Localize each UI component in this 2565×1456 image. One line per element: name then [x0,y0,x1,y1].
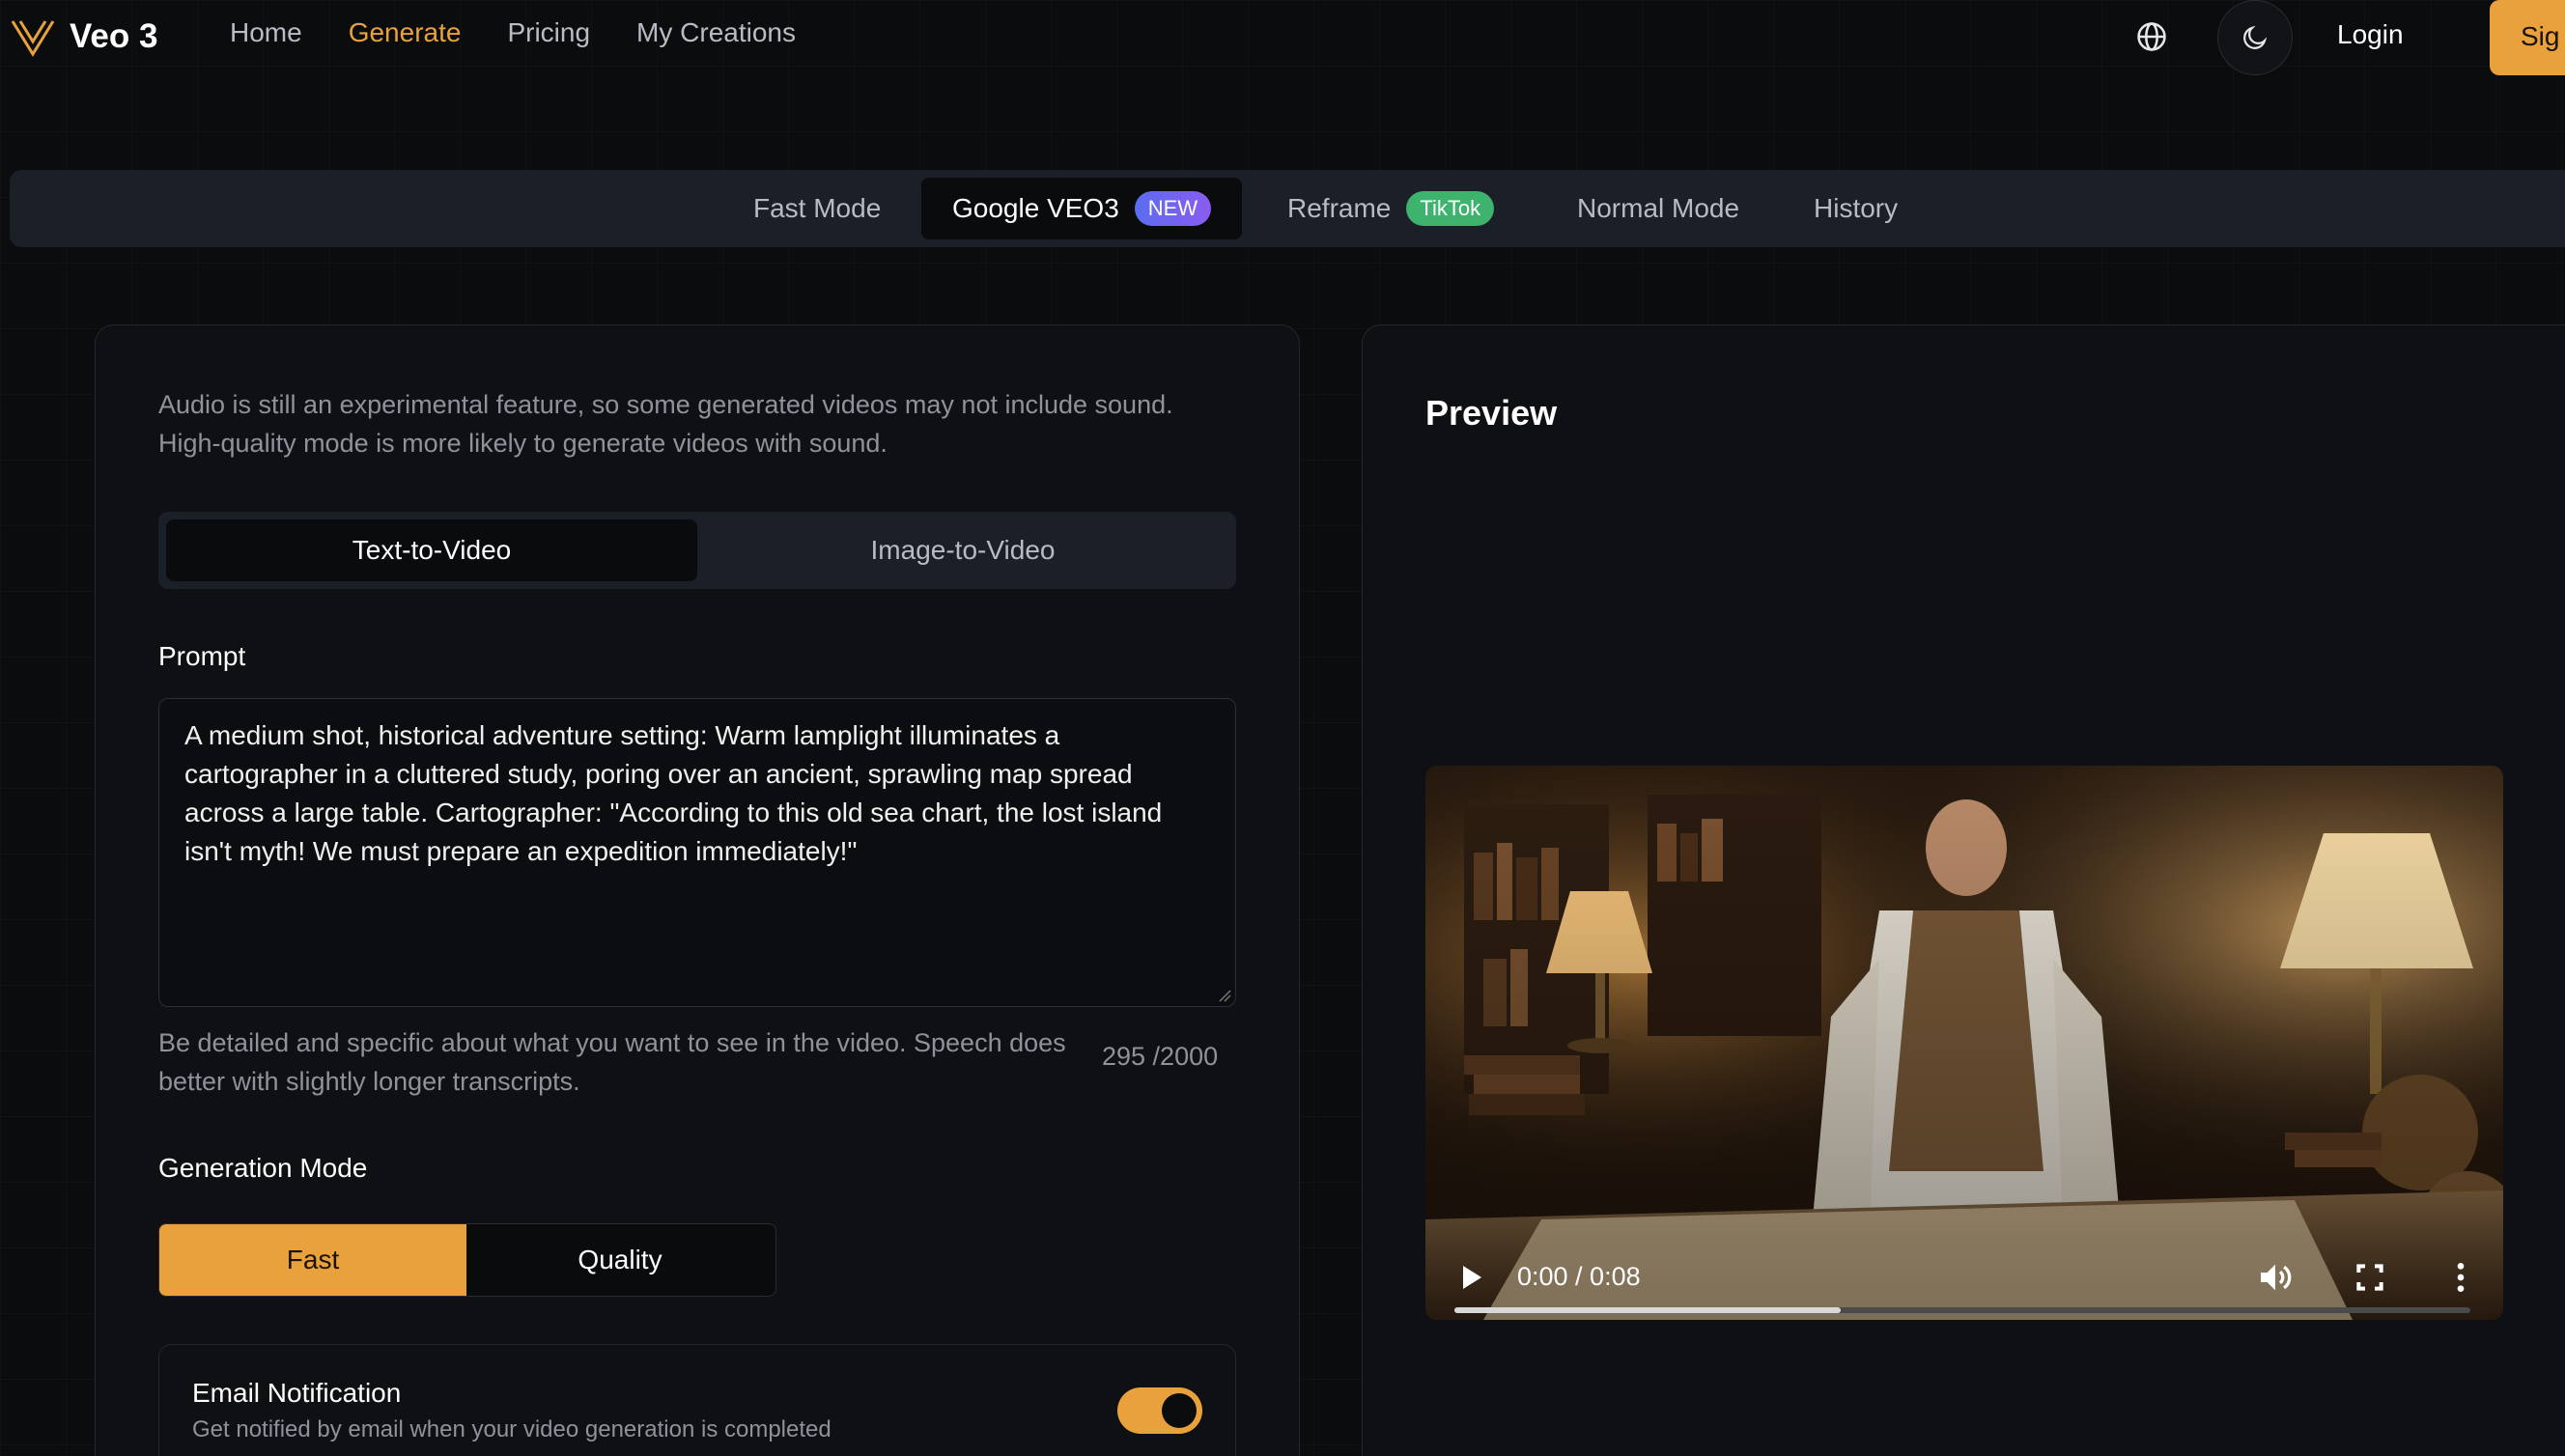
video-thumbnail [1425,766,2503,1320]
char-count: 295 /2000 [1102,1042,1219,1071]
video-controls: 0:00 / 0:08 [1425,1245,2503,1320]
tab-google-veo3[interactable]: Google VEO3 NEW [921,178,1243,239]
nav-generate[interactable]: Generate [349,17,462,48]
tab-fast-mode[interactable]: Fast Mode [753,178,881,239]
preview-panel: Preview 0:00 / 0:08 [1362,324,2565,1456]
tab-normal-mode-label: Normal Mode [1577,193,1740,223]
tab-history-label: History [1814,193,1899,223]
tab-reframe[interactable]: Reframe TikTok [1287,178,1495,239]
nav-pricing[interactable]: Pricing [507,17,590,48]
mode-tab-bar: Fast Mode Google VEO3 NEW Reframe TikTok… [10,170,2565,247]
tab-history[interactable]: History [1814,178,1898,239]
prompt-text: A medium shot, historical adventure sett… [184,720,1163,866]
brand-logo[interactable]: Veo 3 [10,15,157,58]
audio-note: Audio is still an experimental feature, … [158,390,1173,458]
main-nav: Home Generate Pricing My Creations [230,17,796,48]
generation-mode-label: Generation Mode [158,1153,368,1183]
volume-button[interactable] [2256,1258,2295,1297]
quality-mode-button[interactable]: Quality [466,1224,774,1296]
theme-toggle-button[interactable] [2217,0,2293,75]
fullscreen-icon [2356,1264,2383,1291]
text-to-video-option[interactable]: Text-to-Video [166,519,697,581]
toggle-knob [1162,1393,1197,1428]
input-mode-switch: Text-to-Video Image-to-Video [158,512,1236,589]
email-notification-card: Email Notification Get notified by email… [158,1344,1236,1456]
more-vertical-icon [2457,1263,2465,1292]
tab-reframe-label: Reframe [1287,193,1392,223]
resize-grip-icon[interactable] [1218,989,1231,1002]
video-progress-fill [1454,1307,1841,1313]
language-button[interactable] [2132,17,2171,56]
email-notification-description: Get notified by email when your video ge… [192,1416,832,1442]
generation-mode-switch: Fast Quality [158,1223,776,1297]
login-button[interactable]: Login [2337,19,2404,50]
email-notification-title: Email Notification [192,1378,402,1408]
brand-name: Veo 3 [70,17,158,55]
prompt-textarea[interactable]: A medium shot, historical adventure sett… [158,698,1236,1007]
video-time: 0:00 / 0:08 [1517,1262,1641,1291]
nav-my-creations[interactable]: My Creations [636,17,796,48]
signup-button[interactable]: Sig [2490,0,2565,75]
preview-title: Preview [1425,393,1558,433]
globe-icon [2137,22,2166,51]
fast-mode-button[interactable]: Fast [159,1224,466,1296]
image-to-video-option[interactable]: Image-to-Video [697,519,1228,581]
tab-normal-mode[interactable]: Normal Mode [1577,178,1739,239]
email-notification-toggle[interactable] [1117,1387,1202,1434]
video-progress-bar[interactable] [1454,1307,2470,1313]
prompt-label: Prompt [158,641,246,671]
more-options-button[interactable] [2441,1258,2480,1297]
top-header: Veo 3 Home Generate Pricing My Creations… [0,0,2565,75]
generation-form-panel: Audio is still an experimental feature, … [95,324,1300,1456]
prompt-help-text: Be detailed and specific about what you … [158,1028,1066,1096]
volume-icon [2261,1264,2292,1291]
play-button[interactable] [1454,1260,1489,1295]
new-badge: NEW [1134,191,1212,226]
moon-icon [2243,25,2268,49]
veo-logo-icon [11,20,55,57]
nav-home[interactable]: Home [230,17,302,48]
play-icon [1463,1266,1481,1289]
tiktok-badge: TikTok [1406,191,1495,226]
video-player[interactable]: 0:00 / 0:08 [1425,766,2503,1320]
fullscreen-button[interactable] [2351,1258,2389,1297]
tab-google-veo3-label: Google VEO3 [952,193,1119,223]
tab-fast-mode-label: Fast Mode [753,193,882,223]
